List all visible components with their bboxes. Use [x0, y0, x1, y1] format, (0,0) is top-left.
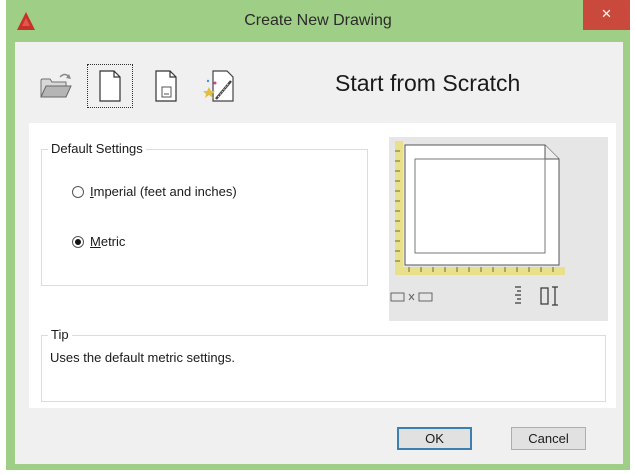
cancel-button[interactable]: Cancel: [511, 427, 586, 450]
ok-button[interactable]: OK: [397, 427, 472, 450]
wizard-icon: [203, 70, 234, 102]
use-wizard-button[interactable]: [198, 64, 244, 108]
width-by-height-icon: [390, 292, 433, 302]
use-template-button[interactable]: [143, 64, 189, 108]
drawing-preview: [389, 137, 608, 321]
metric-option[interactable]: Metric: [72, 234, 125, 249]
open-drawing-button[interactable]: [33, 64, 79, 108]
default-settings-legend: Default Settings: [48, 141, 146, 156]
imperial-label: Imperial (feet and inches): [90, 184, 237, 199]
template-page-icon: [155, 70, 177, 102]
dialog-window: Create New Drawing × Start from Scratch …: [6, 0, 630, 470]
metric-label: Metric: [90, 234, 126, 249]
default-settings-group: Default Settings Imperial (feet and inch…: [41, 141, 368, 286]
tip-group: Tip Uses the default metric settings.: [41, 327, 606, 402]
tip-text: Uses the default metric settings.: [50, 350, 235, 365]
title-bar[interactable]: Create New Drawing ×: [6, 0, 630, 42]
imperial-radio[interactable]: [72, 185, 84, 198]
tip-legend: Tip: [48, 327, 72, 342]
content-panel: Default Settings Imperial (feet and inch…: [29, 123, 616, 408]
imperial-option[interactable]: Imperial (feet and inches): [72, 184, 237, 199]
metric-radio[interactable]: [72, 235, 84, 248]
open-folder-icon: [40, 73, 72, 98]
close-button[interactable]: ×: [583, 0, 630, 30]
vertical-ruler-icon: [515, 286, 558, 306]
blank-page-icon: [99, 70, 121, 102]
dialog-body: Start from Scratch Default Settings Impe…: [15, 42, 623, 464]
start-from-scratch-button[interactable]: [87, 64, 133, 108]
window-title: Create New Drawing: [244, 12, 392, 29]
page-heading: Start from Scratch: [335, 70, 521, 96]
close-icon: ×: [601, 4, 612, 23]
sheet-preview-icon: [390, 141, 565, 306]
